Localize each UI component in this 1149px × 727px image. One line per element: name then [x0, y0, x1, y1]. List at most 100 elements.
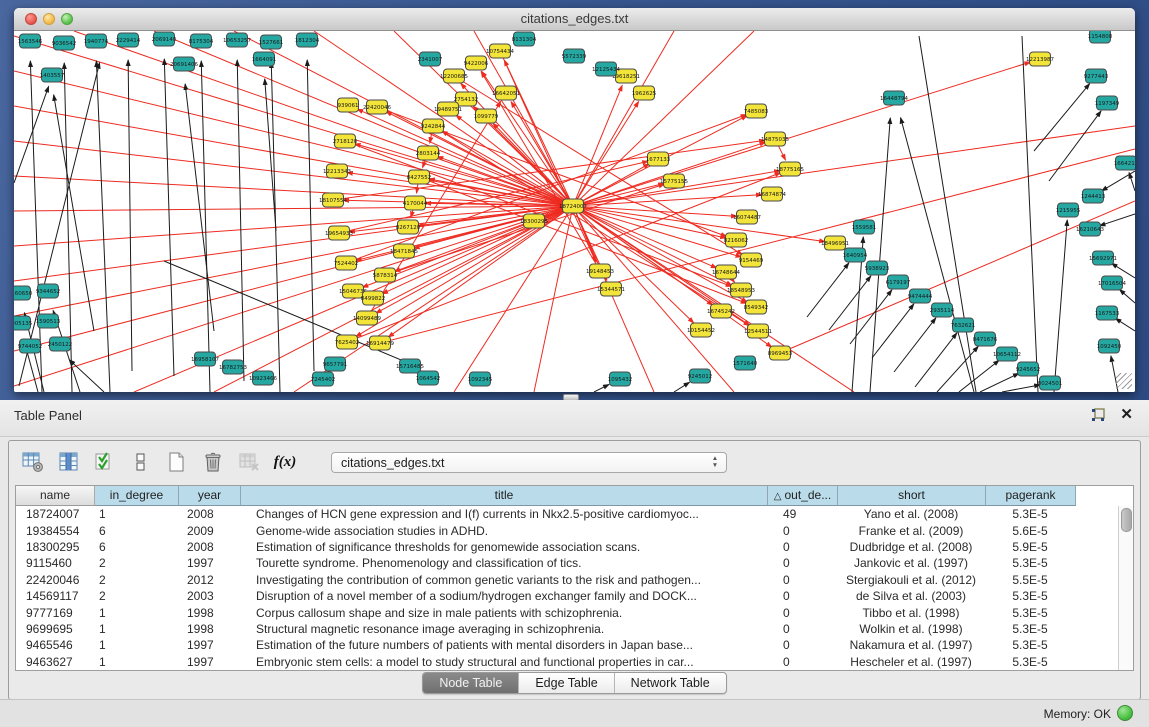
network-node[interactable]: 2935114: [930, 303, 955, 317]
column-header-out_degree[interactable]: △out_de...: [768, 486, 838, 506]
network-node-selected[interactable]: 18471845: [390, 244, 418, 258]
network-node[interactable]: 1590513: [36, 314, 61, 328]
tab-network-table[interactable]: Network Table: [615, 673, 726, 693]
network-node[interactable]: 9744052: [18, 339, 43, 353]
network-node-selected[interactable]: 12200685: [440, 69, 468, 83]
network-node-selected[interactable]: 18724007: [559, 199, 587, 213]
function-builder-icon[interactable]: f(x): [273, 450, 297, 474]
network-node-selected[interactable]: 8427552: [407, 170, 432, 184]
network-node-selected[interactable]: 15775155: [660, 174, 688, 188]
network-node[interactable]: 7245402: [311, 372, 336, 386]
network-node-selected[interactable]: 18300295: [520, 214, 548, 228]
network-node[interactable]: 1664213: [1114, 156, 1135, 170]
network-node[interactable]: 1559581: [852, 220, 877, 234]
network-node-selected[interactable]: 7524402: [334, 256, 359, 270]
network-node[interactable]: 1215955: [1056, 203, 1081, 217]
network-node-selected[interactable]: 7625402: [335, 335, 360, 349]
network-node[interactable]: 9245652: [1016, 362, 1041, 376]
network-node[interactable]: 9245012: [688, 369, 713, 383]
network-node-selected[interactable]: 2718120: [333, 134, 358, 148]
network-node-selected[interactable]: 9422006: [464, 56, 489, 70]
column-header-short[interactable]: short: [838, 486, 986, 506]
network-node[interactable]: 16210643: [1076, 222, 1104, 236]
network-node-selected[interactable]: 18548953: [727, 283, 755, 297]
network-node[interactable]: 1571640: [733, 356, 758, 370]
network-node-selected[interactable]: 2803144: [416, 146, 441, 160]
network-node[interactable]: 1167533: [1095, 306, 1120, 320]
tab-edge-table[interactable]: Edge Table: [519, 673, 614, 693]
network-node[interactable]: 1064542: [416, 371, 441, 385]
float-window-icon[interactable]: [1090, 407, 1106, 423]
network-node-selected[interactable]: 1099779: [474, 109, 499, 123]
network-node[interactable]: 1563546: [18, 34, 43, 48]
network-node-selected[interactable]: 939061: [338, 98, 359, 112]
network-node[interactable]: 5905135: [14, 316, 33, 330]
network-node-selected[interactable]: 8969453: [768, 346, 793, 360]
network-node[interactable]: 16782753: [219, 360, 247, 374]
table-row[interactable]: 946362711997Embryonic stem cells: a mode…: [16, 654, 1119, 670]
column-header-name[interactable]: name: [16, 486, 95, 506]
network-node[interactable]: 9277443: [1084, 69, 1109, 83]
table-row[interactable]: 2242004622012Investigating the contribut…: [16, 572, 1119, 588]
table-vertical-scrollbar[interactable]: [1118, 506, 1133, 670]
network-node[interactable]: 1664091: [252, 52, 277, 66]
network-node-selected[interactable]: 9154469: [739, 253, 764, 267]
network-node-selected[interactable]: 12213987: [1026, 52, 1054, 66]
table-row[interactable]: 1830029562008Estimation of significance …: [16, 539, 1119, 555]
network-node[interactable]: 8131304: [512, 32, 537, 46]
network-node-selected[interactable]: 16748644: [712, 265, 740, 279]
network-node-selected[interactable]: 14875035: [761, 132, 789, 146]
network-node-selected[interactable]: 12213343: [323, 164, 351, 178]
network-node-selected[interactable]: 8267120: [396, 220, 421, 234]
network-node-selected[interactable]: 18775165: [776, 162, 804, 176]
table-row[interactable]: 1872400712008Changes of HCN gene express…: [16, 506, 1119, 522]
network-node-selected[interactable]: 8499822: [361, 291, 386, 305]
network-node[interactable]: 16958107: [191, 352, 219, 366]
table-selector-dropdown[interactable]: citations_edges.txt ▲▼: [331, 452, 727, 473]
table-row[interactable]: 977716911998Corpus callosum shape and si…: [16, 604, 1119, 620]
network-node[interactable]: 12125434: [592, 62, 620, 76]
table-settings-icon[interactable]: [21, 450, 45, 474]
network-node[interactable]: 9344652: [36, 284, 61, 298]
network-node[interactable]: 1092450: [1097, 339, 1122, 353]
network-node-selected[interactable]: 16745242: [707, 304, 735, 318]
column-header-year[interactable]: year: [179, 486, 241, 506]
network-node-selected[interactable]: 9242844: [421, 119, 446, 133]
table-row[interactable]: 969969511998Structural magnetic resonanc…: [16, 621, 1119, 637]
network-node-selected[interactable]: 5878314: [373, 268, 398, 282]
network-node[interactable]: 1092345: [468, 372, 493, 386]
network-node-selected[interactable]: 19148453: [586, 264, 614, 278]
network-node[interactable]: 9657791: [323, 357, 348, 371]
network-node[interactable]: 2160650: [14, 286, 33, 300]
network-canvas[interactable]: 1872400718300295224200469390612718120122…: [14, 31, 1135, 392]
network-node[interactable]: 10923466: [249, 371, 277, 385]
network-window-titlebar[interactable]: citations_edges.txt: [14, 8, 1135, 31]
column-header-pagerank[interactable]: pagerank: [986, 486, 1076, 506]
table-row[interactable]: 1456911722003Disruption of a novel membe…: [16, 588, 1119, 604]
network-node[interactable]: 6179197: [886, 275, 911, 289]
rows-icon[interactable]: [129, 450, 153, 474]
network-node[interactable]: 1095432: [608, 372, 633, 386]
network-node-selected[interactable]: 7485083: [744, 104, 769, 118]
network-node-selected[interactable]: 16874874: [758, 187, 786, 201]
network-node-selected[interactable]: 16642051: [492, 86, 520, 100]
column-visibility-icon[interactable]: [57, 450, 81, 474]
network-node-selected[interactable]: 19489751: [434, 102, 462, 116]
network-node[interactable]: 1244413: [1081, 189, 1106, 203]
table-row[interactable]: 946554611997Estimation of the future num…: [16, 637, 1119, 653]
network-node[interactable]: 2229414: [116, 33, 141, 47]
network-node-selected[interactable]: 10154452: [687, 323, 715, 337]
network-node[interactable]: 5572339: [562, 49, 587, 63]
network-node-selected[interactable]: 1677133: [646, 152, 671, 166]
network-node[interactable]: 15692971: [1089, 251, 1117, 265]
network-node[interactable]: 17016504: [1098, 276, 1126, 290]
network-node[interactable]: 2341007: [418, 52, 443, 66]
network-node[interactable]: 8175304: [189, 34, 214, 48]
network-node-selected[interactable]: 12544511: [744, 324, 772, 338]
network-node-selected[interactable]: 16074487: [733, 210, 761, 224]
network-node[interactable]: 16448794: [880, 91, 908, 105]
network-node-selected[interactable]: 14099489: [353, 311, 381, 325]
row-selection-icon[interactable]: [93, 450, 117, 474]
network-node[interactable]: 1197349: [1095, 96, 1120, 110]
network-node[interactable]: 1154808: [1088, 31, 1113, 43]
